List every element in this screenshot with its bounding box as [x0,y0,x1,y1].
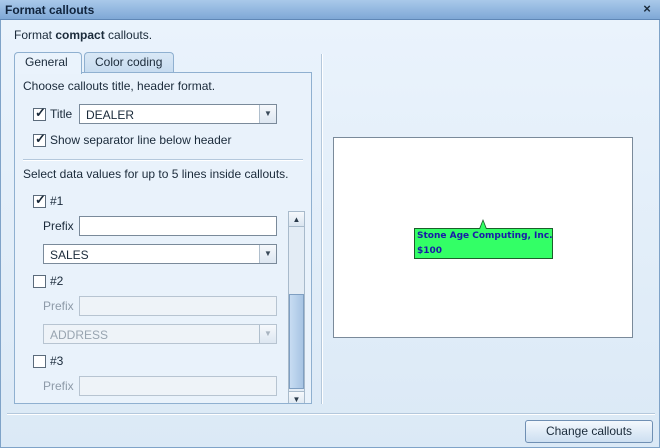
tab-general[interactable]: General [14,52,82,74]
tab-color-coding[interactable]: Color coding [84,52,174,73]
scroll-down-icon[interactable]: ▼ [289,391,304,403]
line-2-field-select[interactable]: ADDRESS ▼ [43,324,277,344]
title-format-instructions: Choose callouts title, header format. [23,79,216,93]
title-field-value: DEALER [86,108,135,122]
window-title: Format callouts [5,3,95,17]
scrollbar-thumb[interactable] [289,294,304,389]
section-divider [23,159,303,161]
panel-scrollbar[interactable]: ▲ ▼ [288,211,305,403]
callout-preview: Stone Age Computing, Inc. $100 [333,137,633,338]
title-field-select[interactable]: DEALER ▼ [79,104,277,124]
line-3-prefix-input[interactable] [79,376,277,396]
subtitle-suffix: callouts. [104,28,153,42]
line-2-field-value: ADDRESS [50,328,109,342]
title-checkbox[interactable]: ✓ [33,105,46,121]
subtitle-prefix: Format [14,28,56,42]
check-icon: ✓ [35,192,46,207]
line-3-prefix-label: Prefix [43,379,74,393]
check-icon: ✓ [35,105,46,120]
line-2-prefix-input[interactable] [79,296,277,316]
callout-pointer [479,219,487,229]
separator-line-label: Show separator line below header [50,133,232,147]
dialog-body: Format compact callouts. General Color c… [0,20,660,448]
general-tab-panel: Choose callouts title, header format. ✓ … [14,72,312,404]
line-3-label: #3 [50,354,64,368]
chevron-down-icon[interactable]: ▼ [259,245,276,263]
title-checkbox-label: Title [50,107,73,121]
chevron-down-icon[interactable]: ▼ [259,105,276,123]
scroll-up-icon[interactable]: ▲ [289,212,304,227]
chevron-down-icon[interactable]: ▼ [259,325,276,343]
line-2-label: #2 [50,274,64,288]
callout-value-text: $100 [417,246,443,256]
data-lines-instructions: Select data values for up to 5 lines ins… [23,167,289,181]
line-2-checkbox[interactable] [33,275,46,288]
footer-divider [7,413,655,415]
vertical-divider [321,54,323,404]
line-1-prefix-input[interactable] [79,216,277,236]
line-1-field-value: SALES [50,248,89,262]
line-3-checkbox[interactable] [33,355,46,368]
change-callouts-button[interactable]: Change callouts [525,420,653,443]
close-icon[interactable]: × [640,2,654,16]
separator-line-checkbox[interactable]: ✓ [33,131,46,147]
line-1-field-select[interactable]: SALES ▼ [43,244,277,264]
line-2-prefix-label: Prefix [43,299,74,313]
subtitle-emphasis: compact [55,28,105,42]
title-bar: Format callouts × [0,0,660,20]
preview-callout: Stone Age Computing, Inc. $100 [414,219,553,259]
line-1-label: #1 [50,194,64,208]
check-icon: ✓ [35,131,46,146]
line-1-prefix-label: Prefix [43,219,74,233]
line-1-checkbox[interactable]: ✓ [33,192,46,208]
callout-title-text: Stone Age Computing, Inc. [417,231,553,241]
dialog-subtitle: Format compact callouts. [14,28,152,42]
